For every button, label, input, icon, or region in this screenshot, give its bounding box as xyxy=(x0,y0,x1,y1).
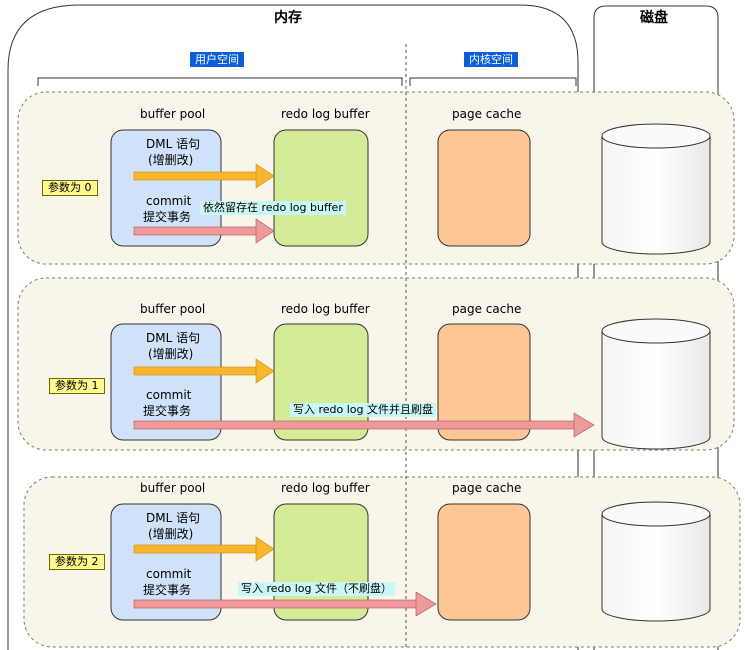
dml-label-line2-1: (增删改) xyxy=(148,347,194,361)
row-note-2: 写入 redo log 文件（不刷盘） xyxy=(238,582,396,596)
disk-cylinder-1 xyxy=(601,318,711,450)
buffer-pool-label-0: buffer pool xyxy=(140,107,206,121)
user-space-brace xyxy=(37,77,403,86)
diagram: 内存 磁盘 用户空间 内核空间 buffer pool redo log buf… xyxy=(0,0,745,650)
param-label-2: 参数为 2 xyxy=(49,554,105,570)
kernel-space-tag: 内核空间 xyxy=(464,52,518,67)
param-label-0: 参数为 0 xyxy=(42,180,98,196)
param-label-1: 参数为 1 xyxy=(49,378,105,394)
commit-label-line1-1: commit xyxy=(146,388,192,402)
redo-log-buffer-label-0: redo log buffer xyxy=(281,107,370,121)
row-note-1: 写入 redo log 文件并且刷盘 xyxy=(290,403,437,417)
memory-title: 内存 xyxy=(274,10,302,26)
dml-label-line2-2: (增删改) xyxy=(148,527,194,541)
page-cache-label-1: page cache xyxy=(452,302,522,316)
commit-label-line1-2: commit xyxy=(146,567,192,581)
commit-label-line2-1: 提交事务 xyxy=(143,404,192,418)
buffer-pool-label-2: buffer pool xyxy=(140,481,206,495)
kernel-space-brace xyxy=(409,77,577,86)
page-cache-box-2 xyxy=(437,503,531,621)
page-cache-box-0 xyxy=(437,129,531,247)
disk-title: 磁盘 xyxy=(640,10,668,26)
page-cache-label-0: page cache xyxy=(452,107,522,121)
commit-label-line1-0: commit xyxy=(146,194,192,208)
commit-label-line2-2: 提交事务 xyxy=(143,583,192,597)
user-space-tag: 用户空间 xyxy=(190,52,244,67)
redo-log-buffer-label-2: redo log buffer xyxy=(281,481,370,495)
dml-label-line2-0: (增删改) xyxy=(148,153,194,167)
dml-label-line1-0: DML 语句 xyxy=(146,137,201,151)
dml-label-line1-1: DML 语句 xyxy=(146,331,201,345)
page-cache-label-2: page cache xyxy=(452,481,522,495)
disk-cylinder-2 xyxy=(601,501,711,622)
commit-label-line2-0: 提交事务 xyxy=(143,210,192,224)
diagram-canvas xyxy=(7,4,741,650)
redo-log-buffer-label-1: redo log buffer xyxy=(281,302,370,316)
row-note-0: 依然留存在 redo log buffer xyxy=(200,201,346,215)
buffer-pool-label-1: buffer pool xyxy=(140,302,206,316)
disk-cylinder-0 xyxy=(601,123,711,255)
dml-label-line1-2: DML 语句 xyxy=(146,511,201,525)
redo-log-buffer-box-0 xyxy=(273,129,369,247)
